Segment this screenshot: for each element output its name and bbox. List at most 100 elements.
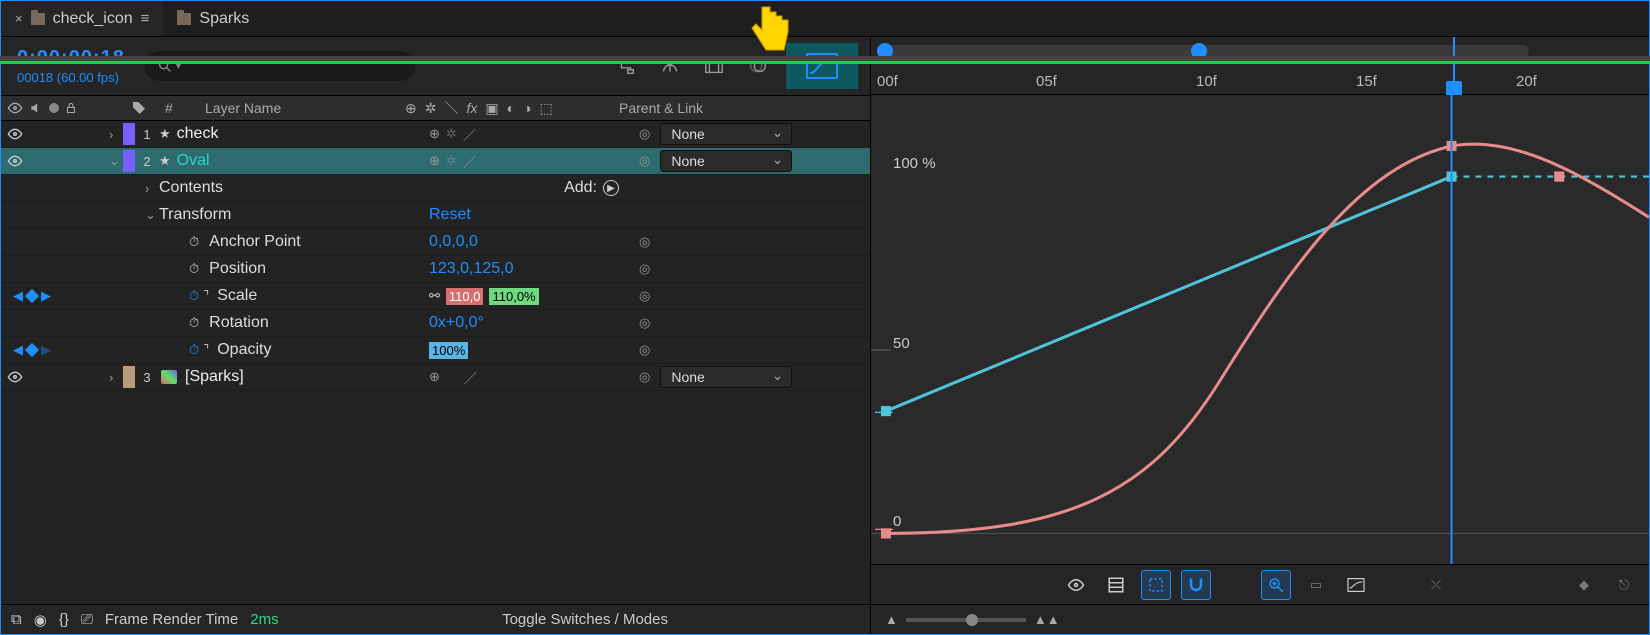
property-row: ⏱ Rotation 0x+0,0° ◎: [1, 310, 870, 337]
property-value-y[interactable]: 110,0%: [489, 288, 538, 305]
eye-icon[interactable]: [7, 100, 23, 116]
solo-icon[interactable]: [49, 103, 59, 113]
chevron-down-icon[interactable]: ⌄: [109, 153, 123, 169]
property-row: ⏱ Anchor Point 0,0,0,0 ◎: [1, 229, 870, 256]
fx-col[interactable]: fx: [466, 100, 477, 116]
pickwhip-icon[interactable]: ◎: [639, 126, 650, 142]
pickwhip-icon[interactable]: ◎: [639, 369, 650, 385]
chevron-down-icon[interactable]: ⌄: [145, 207, 159, 223]
layer-row-selected[interactable]: ⌄ 2 ★ Oval ⊕✲／ ◎ None: [1, 148, 870, 175]
layer-name-column: Layer Name: [189, 100, 399, 116]
fit-selection-icon[interactable]: ▭: [1301, 570, 1331, 600]
keyframe-icon[interactable]: [25, 289, 39, 303]
layer-row[interactable]: › 3 [Sparks] ⊕／ ◎ None: [1, 364, 870, 391]
panel-menu-icon[interactable]: ≡: [141, 10, 150, 27]
frame-blend-icon[interactable]: [698, 50, 730, 82]
comp-flowchart-icon[interactable]: [610, 50, 642, 82]
pickwhip-icon[interactable]: ◎: [639, 261, 650, 277]
frame-blend-col[interactable]: ▣: [485, 100, 498, 117]
stopwatch-icon[interactable]: ⏱: [189, 234, 199, 250]
shy-icon[interactable]: ⊕: [405, 100, 417, 117]
tab-sparks[interactable]: Sparks: [163, 1, 263, 36]
eye-icon[interactable]: [7, 126, 23, 142]
frame-blend-icon[interactable]: ⧉: [11, 611, 22, 628]
layer-name[interactable]: Oval: [171, 152, 210, 170]
pickwhip-icon[interactable]: ◎: [639, 234, 650, 250]
speaker-icon[interactable]: [29, 101, 43, 115]
property-value[interactable]: 100%: [429, 342, 468, 359]
stopwatch-icon[interactable]: ⏱: [189, 315, 199, 331]
chevron-right-icon[interactable]: ›: [109, 127, 123, 142]
work-area-bar[interactable]: [0, 56, 1650, 64]
adjustment-col[interactable]: ◑: [523, 100, 531, 116]
graph-icon[interactable]: ⌝: [199, 288, 209, 304]
parent-dropdown[interactable]: None: [660, 366, 792, 388]
toggle-switches-button[interactable]: Toggle Switches / Modes: [502, 611, 668, 628]
label-color[interactable]: [123, 150, 135, 172]
layer-row[interactable]: › 1 ★ check ⊕✲／ ◎ None: [1, 121, 870, 148]
zoom-in-icon[interactable]: ▲▲: [1034, 612, 1060, 627]
close-icon[interactable]: ×: [15, 11, 23, 26]
pickwhip-icon[interactable]: ◎: [639, 288, 650, 304]
next-keyframe-icon[interactable]: ▶: [41, 288, 51, 304]
pickwhip-icon[interactable]: ◎: [639, 153, 650, 169]
stopwatch-icon[interactable]: ⏱: [189, 261, 199, 277]
folder-icon: [31, 13, 45, 25]
graph-editor[interactable]: 100 % 50 0 — —: [871, 95, 1649, 564]
property-value[interactable]: 0,0,0,0: [429, 233, 478, 251]
property-value[interactable]: 0x+0,0°: [429, 314, 484, 332]
label-color[interactable]: [123, 366, 135, 388]
lock-icon[interactable]: [65, 102, 77, 114]
label-color[interactable]: [123, 123, 135, 145]
graph-icon[interactable]: ⌝: [199, 342, 209, 358]
zoom-out-icon[interactable]: ▲: [885, 612, 898, 627]
show-properties-icon[interactable]: [1061, 570, 1091, 600]
reset-link[interactable]: Reset: [429, 206, 471, 224]
chevron-right-icon[interactable]: ›: [145, 181, 159, 196]
draft-3d-icon[interactable]: [654, 50, 686, 82]
layer-name[interactable]: [Sparks]: [179, 368, 244, 386]
next-keyframe-icon[interactable]: ▶: [41, 342, 51, 358]
motion-blur-col[interactable]: ◐: [507, 100, 515, 116]
pickwhip-icon[interactable]: ◎: [639, 315, 650, 331]
property-group-row[interactable]: ⌄ Transform Reset: [1, 202, 870, 229]
zoom-slider[interactable]: [906, 618, 1026, 622]
parent-dropdown[interactable]: None: [660, 150, 792, 172]
eye-icon[interactable]: [7, 153, 23, 169]
snap-icon[interactable]: [1181, 570, 1211, 600]
parent-dropdown[interactable]: None: [660, 123, 792, 145]
3d-col[interactable]: ⬚: [540, 100, 553, 117]
property-row: ◀ ▶ ⏱ ⌝ Opacity 100% ◎: [1, 337, 870, 364]
separate-dimensions-icon[interactable]: ⤬: [1421, 570, 1451, 600]
add-menu-icon[interactable]: ▶: [603, 180, 619, 196]
time-ruler[interactable]: 00f 05f 10f 15f 20f: [871, 37, 1649, 95]
keyframe-icon[interactable]: [25, 343, 39, 357]
fx-icon[interactable]: ✲: [425, 100, 437, 117]
brackets-icon[interactable]: {}: [59, 611, 69, 628]
property-value[interactable]: 123,0,125,0: [429, 260, 514, 278]
prev-keyframe-icon[interactable]: ◀: [13, 342, 23, 358]
chevron-right-icon[interactable]: ›: [109, 370, 123, 385]
pickwhip-icon[interactable]: ◎: [639, 342, 650, 358]
cti-head[interactable]: [1446, 81, 1462, 95]
fit-all-icon[interactable]: [1341, 570, 1371, 600]
show-transform-box-icon[interactable]: [1141, 570, 1171, 600]
graph-options-icon[interactable]: [1101, 570, 1131, 600]
auto-zoom-icon[interactable]: [1261, 570, 1291, 600]
motion-blur-icon[interactable]: ◉: [34, 611, 47, 629]
layer-name[interactable]: check: [171, 125, 219, 143]
stopwatch-icon[interactable]: ⏱: [189, 342, 199, 358]
tab-check-icon[interactable]: × check_icon ≡: [1, 1, 163, 36]
link-icon[interactable]: ⚯: [429, 288, 440, 304]
edit-keyframe-icon[interactable]: ◆: [1569, 570, 1599, 600]
property-group-row[interactable]: › Contents Add: ▶: [1, 175, 870, 202]
render-queue-icon[interactable]: ⎚: [81, 611, 93, 628]
collapse-icon[interactable]: ＼: [444, 98, 458, 118]
eye-icon[interactable]: [7, 369, 23, 385]
convert-expression-icon[interactable]: ⎋: [1609, 570, 1639, 600]
property-value-x[interactable]: 110,0: [446, 288, 484, 305]
stopwatch-icon[interactable]: ⏱: [189, 288, 199, 304]
prev-keyframe-icon[interactable]: ◀: [13, 288, 23, 304]
property-row: ◀ ▶ ⏱ ⌝ Scale ⚯ 110,0110,0% ◎: [1, 283, 870, 310]
tag-icon[interactable]: [131, 100, 147, 116]
